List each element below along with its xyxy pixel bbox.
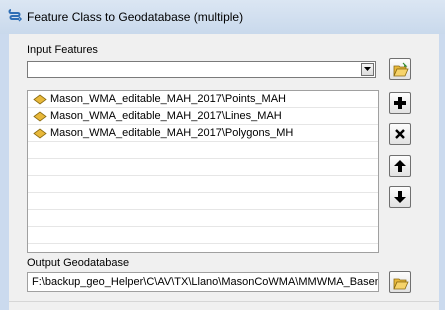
- remove-button[interactable]: [389, 123, 411, 145]
- empty-row: [28, 193, 378, 210]
- arrow-up-icon: [394, 160, 406, 172]
- plus-icon: [394, 97, 406, 109]
- window-border-left: [0, 34, 9, 310]
- feature-class-icon: [33, 111, 47, 122]
- folder-open-icon: [393, 62, 409, 77]
- empty-row: [28, 227, 378, 244]
- window-border-right: [439, 34, 445, 310]
- feature-class-icon: [33, 94, 47, 105]
- chevron-down-icon: [364, 67, 371, 71]
- folder-open-icon: [393, 278, 409, 290]
- output-geodatabase-input[interactable]: F:\backup_geo_Helper\C\AV\TX\Llano\Mason…: [27, 272, 379, 292]
- input-features-label: Input Features: [27, 44, 98, 56]
- list-item[interactable]: Mason_WMA_editable_MAH_2017\Polygons_MH: [28, 125, 378, 142]
- arrow-down-icon: [394, 191, 406, 203]
- divider: [9, 301, 439, 302]
- output-geodatabase-label: Output Geodatabase: [27, 257, 130, 269]
- window-title: Feature Class to Geodatabase (multiple): [27, 10, 244, 24]
- browse-input-button[interactable]: [389, 58, 411, 80]
- list-item-label: Mason_WMA_editable_MAH_2017\Points_MAH: [50, 93, 287, 105]
- empty-row: [28, 142, 378, 159]
- list-item[interactable]: Mason_WMA_editable_MAH_2017\Points_MAH: [28, 91, 378, 108]
- list-item-label: Mason_WMA_editable_MAH_2017\Lines_MAH: [50, 110, 282, 122]
- move-down-button[interactable]: [389, 186, 411, 208]
- toolbox-script-icon: [8, 9, 23, 22]
- input-features-list[interactable]: Mason_WMA_editable_MAH_2017\Points_MAH M…: [27, 90, 379, 253]
- move-up-button[interactable]: [389, 155, 411, 177]
- list-item-label: Mason_WMA_editable_MAH_2017\Polygons_MH: [50, 127, 294, 139]
- output-geodatabase-value: F:\backup_geo_Helper\C\AV\TX\Llano\Mason…: [32, 276, 379, 288]
- browse-output-button[interactable]: [389, 271, 411, 293]
- empty-row: [28, 210, 378, 227]
- input-features-combo[interactable]: [27, 61, 376, 78]
- list-item[interactable]: Mason_WMA_editable_MAH_2017\Lines_MAH: [28, 108, 378, 125]
- combo-dropdown-button[interactable]: [361, 63, 374, 76]
- x-icon: [395, 129, 405, 139]
- add-button[interactable]: [389, 92, 411, 114]
- empty-row: [28, 176, 378, 193]
- title-bar[interactable]: Feature Class to Geodatabase (multiple): [0, 0, 445, 35]
- empty-row: [28, 159, 378, 176]
- feature-class-icon: [33, 128, 47, 139]
